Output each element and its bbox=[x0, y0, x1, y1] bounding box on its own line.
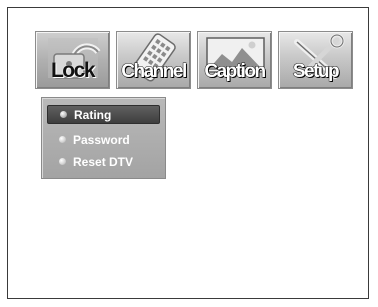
tab-channel[interactable]: Channel bbox=[116, 31, 191, 89]
lock-submenu: Rating Password Reset DTV bbox=[41, 97, 166, 179]
menu-item-label: Rating bbox=[74, 107, 112, 122]
tab-lock[interactable]: Lock bbox=[35, 31, 110, 89]
bullet-icon bbox=[59, 136, 66, 143]
main-menu-tabs: Lock Channel Caption Setup bbox=[35, 31, 355, 89]
menu-item-rating[interactable]: Rating bbox=[47, 105, 160, 124]
bullet-icon bbox=[60, 111, 67, 118]
tab-setup[interactable]: Setup bbox=[278, 31, 353, 89]
tab-caption-label: Caption bbox=[204, 61, 267, 83]
tab-setup-label: Setup bbox=[292, 61, 340, 83]
bullet-icon bbox=[59, 158, 66, 165]
tab-channel-label: Channel bbox=[121, 61, 188, 83]
tab-caption[interactable]: Caption bbox=[197, 31, 272, 89]
menu-item-label: Reset DTV bbox=[73, 154, 134, 169]
menu-item-password[interactable]: Password bbox=[47, 130, 160, 149]
menu-item-label: Password bbox=[73, 132, 130, 147]
menu-screen: Lock Channel Caption Setup Rating Passwo… bbox=[7, 7, 369, 299]
tab-lock-label: Lock bbox=[50, 59, 96, 82]
menu-item-reset-dtv[interactable]: Reset DTV bbox=[47, 152, 160, 171]
